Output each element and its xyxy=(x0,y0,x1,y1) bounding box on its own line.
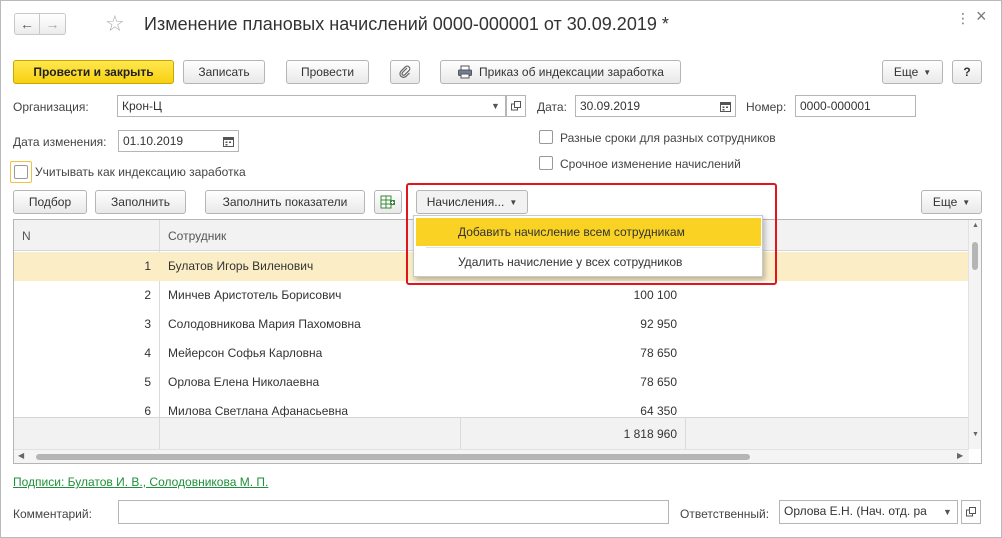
comment-label: Комментарий: xyxy=(13,507,92,521)
row-number: 3 xyxy=(144,317,151,331)
back-button[interactable]: ← xyxy=(14,13,40,35)
responsible-field[interactable]: Орлова Е.Н. (Нач. отд. ра xyxy=(779,500,939,524)
date-label: Дата: xyxy=(537,100,567,114)
vertical-scrollbar[interactable]: ▲ ▼ xyxy=(968,220,981,449)
scroll-up-icon[interactable]: ▲ xyxy=(972,222,979,229)
date-calendar-button[interactable] xyxy=(716,95,736,117)
open-form-icon xyxy=(966,507,976,517)
horizontal-scrollbar[interactable]: ◀ ▶ xyxy=(14,449,969,463)
row-employee: Минчев Аристотель Борисович xyxy=(168,288,342,302)
caret-down-icon: ▼ xyxy=(491,101,500,111)
responsible-label: Ответственный: xyxy=(680,507,770,521)
scroll-down-icon[interactable]: ▼ xyxy=(972,431,979,438)
row-number: 4 xyxy=(144,346,151,360)
paperclip-icon xyxy=(399,65,411,78)
total-sum: 1 818 960 xyxy=(623,427,677,441)
horizontal-scroll-thumb[interactable] xyxy=(36,454,750,460)
footer-divider xyxy=(159,418,160,449)
row-employee: Милова Светлана Афанасьевна xyxy=(168,404,349,417)
row-number: 1 xyxy=(144,259,151,273)
responsible-open-button[interactable] xyxy=(961,500,981,524)
table-row[interactable]: 4 Мейерсон Софья Карловна 78 650 xyxy=(14,339,969,368)
number-field[interactable]: 0000-000001 xyxy=(795,95,916,117)
table-more-button[interactable]: Еще ▼ xyxy=(921,190,982,214)
table-row[interactable]: 6 Милова Светлана Афанасьевна 64 350 xyxy=(14,397,969,417)
index-order-label: Приказ об индексации заработка xyxy=(479,65,664,79)
footer-divider xyxy=(460,418,461,449)
forward-button[interactable]: → xyxy=(40,13,66,35)
scroll-left-icon[interactable]: ◀ xyxy=(18,451,24,460)
table-add-icon xyxy=(380,195,395,209)
close-icon[interactable]: × xyxy=(976,6,987,27)
pick-button[interactable]: Подбор xyxy=(13,190,87,214)
fill-button[interactable]: Заполнить xyxy=(95,190,186,214)
row-sum: 78 650 xyxy=(640,375,677,389)
caret-down-icon: ▼ xyxy=(943,507,952,517)
row-employee: Булатов Игорь Виленович xyxy=(168,259,314,273)
index-checkbox-label: Учитывать как индексацию заработка xyxy=(35,165,246,179)
row-sum: 64 350 xyxy=(640,404,677,417)
org-field[interactable]: Крон-Ц xyxy=(117,95,487,117)
row-employee: Орлова Елена Николаевна xyxy=(168,375,320,389)
forward-arrow-icon: → xyxy=(45,16,60,32)
org-dropdown-button[interactable]: ▼ xyxy=(486,95,506,117)
row-sum: 78 650 xyxy=(640,346,677,360)
urgent-change-checkbox[interactable] xyxy=(539,156,553,170)
diff-terms-label: Разные сроки для разных сотрудников xyxy=(560,131,776,145)
org-label: Организация: xyxy=(13,100,89,114)
date-field[interactable]: 30.09.2019 xyxy=(575,95,717,117)
row-number: 6 xyxy=(144,404,151,417)
attach-button[interactable] xyxy=(390,60,420,84)
footer-divider xyxy=(685,418,686,449)
table-more-label: Еще xyxy=(932,195,958,209)
table-row[interactable]: 2 Минчев Аристотель Борисович 100 100 xyxy=(14,281,969,310)
row-employee: Солодовникова Мария Пахомовна xyxy=(168,317,361,331)
signatures-link[interactable]: Подписи: Булатов И. В., Солодовникова М.… xyxy=(13,475,268,489)
add-column-button[interactable] xyxy=(374,190,402,214)
more-icon[interactable]: ⋮ xyxy=(956,10,970,27)
urgent-change-label: Срочное изменение начислений xyxy=(560,157,741,171)
index-order-button[interactable]: Приказ об индексации заработка xyxy=(440,60,681,84)
table-row[interactable]: 5 Орлова Елена Николаевна 78 650 xyxy=(14,368,969,397)
diff-terms-checkbox[interactable] xyxy=(539,130,553,144)
highlight-frame xyxy=(406,183,777,285)
column-employee-header[interactable]: Сотрудник xyxy=(168,229,226,243)
open-form-icon xyxy=(511,101,521,111)
responsible-dropdown-button[interactable]: ▼ xyxy=(938,500,958,524)
row-number: 2 xyxy=(144,288,151,302)
save-button[interactable]: Записать xyxy=(183,60,265,84)
row-sum: 100 100 xyxy=(633,288,677,302)
change-date-field[interactable]: 01.10.2019 xyxy=(118,130,220,152)
calendar-icon xyxy=(720,101,731,112)
table-row[interactable]: 3 Солодовникова Мария Пахомовна 92 950 xyxy=(14,310,969,339)
help-button[interactable]: ? xyxy=(952,60,982,84)
table-footer: 1 818 960 xyxy=(14,417,969,449)
favorite-star-icon[interactable]: ☆ xyxy=(105,12,125,36)
page-title: Изменение плановых начислений 0000-00000… xyxy=(144,14,669,34)
scroll-right-icon[interactable]: ▶ xyxy=(957,451,963,460)
post-button[interactable]: Провести xyxy=(286,60,369,84)
comment-field[interactable] xyxy=(118,500,669,524)
back-arrow-icon: ← xyxy=(20,16,34,32)
more-button[interactable]: Еще ▼ xyxy=(882,60,943,84)
change-date-label: Дата изменения: xyxy=(13,135,107,149)
vertical-scroll-thumb[interactable] xyxy=(972,242,978,270)
row-sum: 92 950 xyxy=(640,317,677,331)
row-employee: Мейерсон Софья Карловна xyxy=(168,346,323,360)
index-checkbox[interactable] xyxy=(14,165,28,179)
row-number: 5 xyxy=(144,375,151,389)
more-label: Еще xyxy=(893,65,919,79)
caret-down-icon: ▼ xyxy=(962,197,971,207)
number-label: Номер: xyxy=(746,100,787,114)
printer-icon xyxy=(458,65,473,79)
fill-indicators-button[interactable]: Заполнить показатели xyxy=(205,190,365,214)
caret-down-icon: ▼ xyxy=(923,67,932,77)
change-date-calendar-button[interactable] xyxy=(219,130,239,152)
org-open-button[interactable] xyxy=(506,95,526,117)
column-n-header[interactable]: N xyxy=(22,229,31,243)
post-and-close-button[interactable]: Провести и закрыть xyxy=(13,60,174,84)
calendar-icon xyxy=(223,136,234,147)
